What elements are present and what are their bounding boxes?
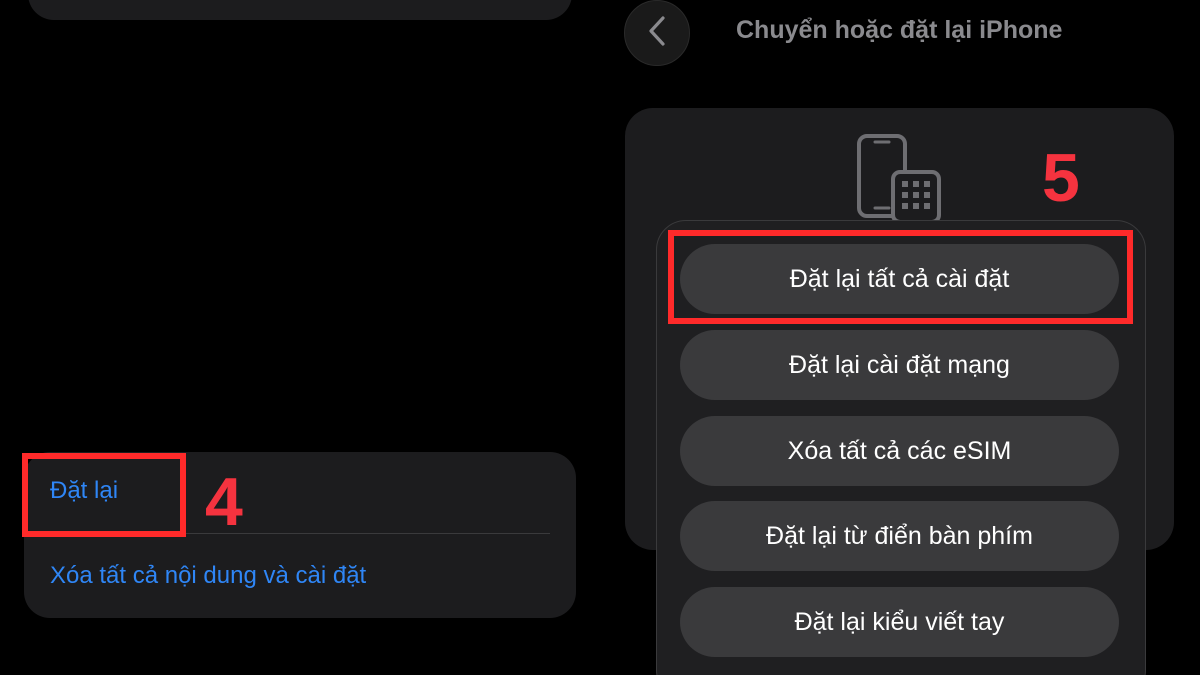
page-title: Chuyển hoặc đặt lại iPhone bbox=[736, 16, 1063, 44]
phone-and-keypad-icon bbox=[855, 134, 945, 229]
left-screenshot-panel: Đặt lại Xóa tất cả nội dung và cài đặt 4 bbox=[0, 0, 600, 675]
step-5-highlight-box bbox=[668, 230, 1133, 324]
chevron-left-icon bbox=[646, 14, 668, 53]
reset-network-settings-button[interactable]: Đặt lại cài đặt mạng bbox=[680, 330, 1119, 400]
reset-handwriting-style-button[interactable]: Đặt lại kiểu viết tay bbox=[680, 587, 1119, 657]
step-4-number: 4 bbox=[205, 464, 243, 540]
delete-all-esims-button[interactable]: Xóa tất cả các eSIM bbox=[680, 416, 1119, 486]
step-4-highlight-box bbox=[22, 453, 186, 537]
reset-keyboard-dictionary-button[interactable]: Đặt lại từ điển bàn phím bbox=[680, 501, 1119, 571]
right-screenshot-panel: Chuyển hoặc đặt lại iPhone 5 Đặt lại tất… bbox=[600, 0, 1200, 675]
settings-group-card-top bbox=[28, 0, 572, 20]
step-5-number: 5 bbox=[1042, 140, 1080, 216]
back-button[interactable] bbox=[624, 0, 690, 66]
erase-all-content-link[interactable]: Xóa tất cả nội dung và cài đặt bbox=[50, 562, 366, 590]
